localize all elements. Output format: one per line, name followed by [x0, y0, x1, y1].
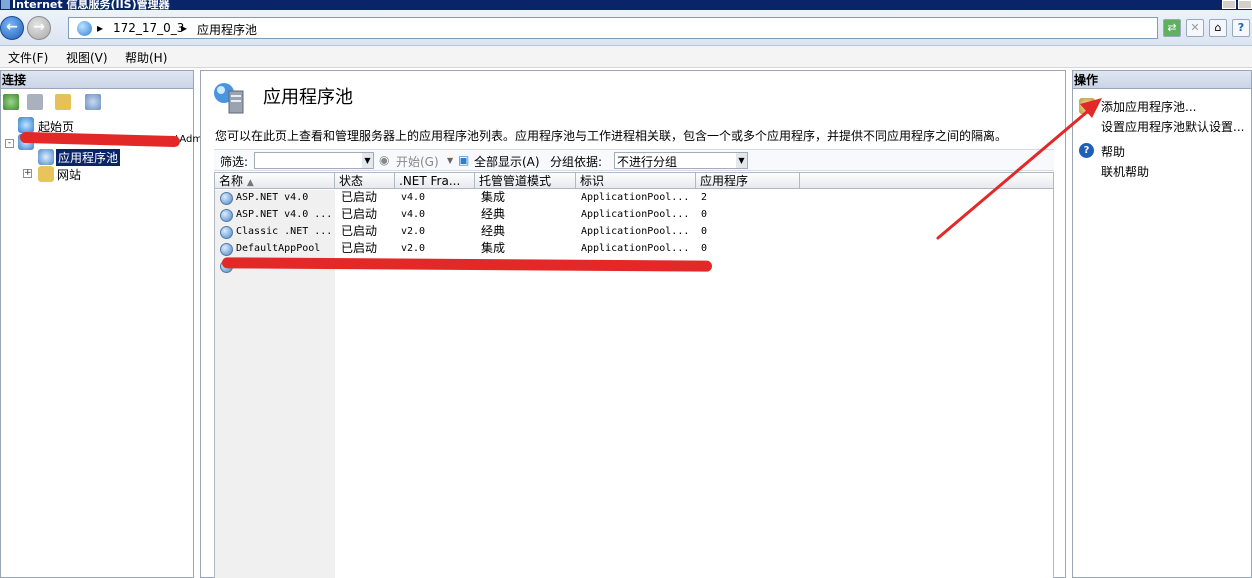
stop-icon[interactable]: ✕	[1186, 19, 1204, 37]
menu-file[interactable]: 文件(F)	[8, 49, 48, 66]
filter-label: 筛选:	[220, 155, 249, 169]
app-pool-icon	[220, 209, 233, 222]
app-pools-panel: 应用程序池 您可以在此页上查看和管理服务器上的应用程序池列表。应用程序池与工作进…	[200, 70, 1066, 578]
navigation-bar: ← → ▸ 172_17_0_3 ▸ 应用程序池 ⇄ ✕ ⌂ ?	[0, 10, 1252, 46]
back-button[interactable]: ←	[0, 16, 24, 40]
back-arrow-icon: ←	[6, 19, 18, 35]
connect-icon[interactable]	[3, 94, 19, 110]
chevron-down-icon: ▼	[736, 153, 747, 168]
up-folder-icon[interactable]	[55, 94, 71, 110]
actions-header: 操作	[1073, 71, 1251, 89]
chevron-down-icon: ▼	[362, 153, 373, 168]
disconnect-icon[interactable]	[85, 94, 101, 110]
column-header-net[interactable]: .NET Fra...	[395, 173, 475, 189]
breadcrumb-separator-icon: ▸	[97, 21, 104, 35]
window-title: Internet 信息服务(IIS)管理器	[12, 0, 170, 10]
column-header-apps[interactable]: 应用程序	[696, 173, 800, 189]
add-pool-icon	[1079, 98, 1095, 114]
title-bar: Internet 信息服务(IIS)管理器	[0, 0, 1252, 10]
show-all-button[interactable]: 全部显示(A)	[474, 153, 540, 170]
online-help-link[interactable]: 联机帮助	[1101, 163, 1149, 180]
address-bar[interactable]: ▸ 172_17_0_3 ▸ 应用程序池	[68, 17, 1158, 39]
expand-sites-icon[interactable]: +	[23, 169, 32, 178]
collapse-server-icon[interactable]: -	[5, 139, 14, 148]
tree-app-pools[interactable]: 应用程序池	[56, 149, 121, 166]
table-header: 名称 ▲ 状态 .NET Fra... 托管管道模式 标识 应用程序	[215, 173, 1053, 189]
help-icon: ?	[1079, 143, 1094, 158]
binoculars-icon: ◉	[379, 153, 390, 167]
close-window-button[interactable]	[1238, 0, 1252, 9]
app-pool-icon	[220, 192, 233, 205]
app-pool-page-icon	[214, 83, 244, 114]
column-header-name[interactable]: 名称 ▲	[215, 173, 335, 189]
refresh-icon[interactable]: ⇄	[1163, 19, 1181, 37]
page-description: 您可以在此页上查看和管理服务器上的应用程序池列表。应用程序池与工作进程相关联，包…	[215, 129, 1008, 143]
breadcrumb-separator-icon: ▸	[181, 21, 188, 35]
page-title: 应用程序池	[263, 87, 353, 108]
filter-input[interactable]: ▼	[254, 152, 374, 169]
start-page-icon	[18, 117, 34, 133]
breadcrumb-app-pools[interactable]: 应用程序池	[197, 21, 257, 38]
connections-header: 连接	[1, 71, 193, 89]
breadcrumb-server[interactable]: 172_17_0_3	[113, 21, 184, 35]
save-icon[interactable]	[27, 94, 43, 110]
forward-button[interactable]: →	[27, 16, 51, 40]
home-icon[interactable]: ⌂	[1209, 19, 1227, 37]
app-pools-table: 名称 ▲ 状态 .NET Fra... 托管管道模式 标识 应用程序 ASP.N…	[214, 172, 1054, 578]
group-by-select[interactable]: 不进行分组 ▼	[614, 152, 748, 169]
app-pool-icon	[220, 226, 233, 239]
filter-bar: 筛选: ▼ ◉ 开始(G) ▼ ▣ 全部显示(A) 分组依据: 不进行分组 ▼	[214, 149, 1054, 171]
sort-asc-icon: ▲	[246, 178, 254, 188]
column-header-identity[interactable]: 标识	[576, 173, 696, 189]
app-pool-icon	[38, 149, 54, 165]
connections-toolbar	[1, 91, 193, 113]
add-app-pool-link[interactable]: 添加应用程序池...	[1101, 98, 1196, 115]
forward-arrow-icon: →	[33, 19, 45, 35]
restore-button[interactable]	[1222, 0, 1236, 9]
tree-sites[interactable]: 网站	[57, 166, 81, 183]
group-by-value: 不进行分组	[617, 155, 678, 169]
sites-folder-icon	[38, 166, 54, 182]
menu-view[interactable]: 视图(V)	[66, 49, 108, 66]
set-pool-defaults-link[interactable]: 设置应用程序池默认设置...	[1101, 118, 1244, 135]
column-header-status[interactable]: 状态	[335, 173, 395, 189]
group-by-label: 分组依据:	[550, 155, 603, 169]
column-header-pipeline[interactable]: 托管管道模式	[475, 173, 576, 189]
start-filter-button[interactable]: 开始(G)	[396, 153, 439, 170]
iis-app-icon	[1, 0, 10, 9]
actions-panel: 操作 添加应用程序池... 设置应用程序池默认设置... ? 帮助 联机帮助	[1072, 70, 1252, 578]
menu-help[interactable]: 帮助(H)	[125, 49, 167, 66]
menu-bar: 文件(F) 视图(V) 帮助(H)	[0, 46, 1252, 68]
help-link[interactable]: 帮助	[1101, 143, 1125, 160]
chevron-down-icon[interactable]: ▼	[447, 156, 453, 165]
server-globe-icon	[77, 21, 92, 36]
show-all-icon: ▣	[458, 153, 470, 167]
help-toolbar-icon[interactable]: ?	[1232, 19, 1250, 37]
app-pool-icon	[220, 243, 233, 256]
